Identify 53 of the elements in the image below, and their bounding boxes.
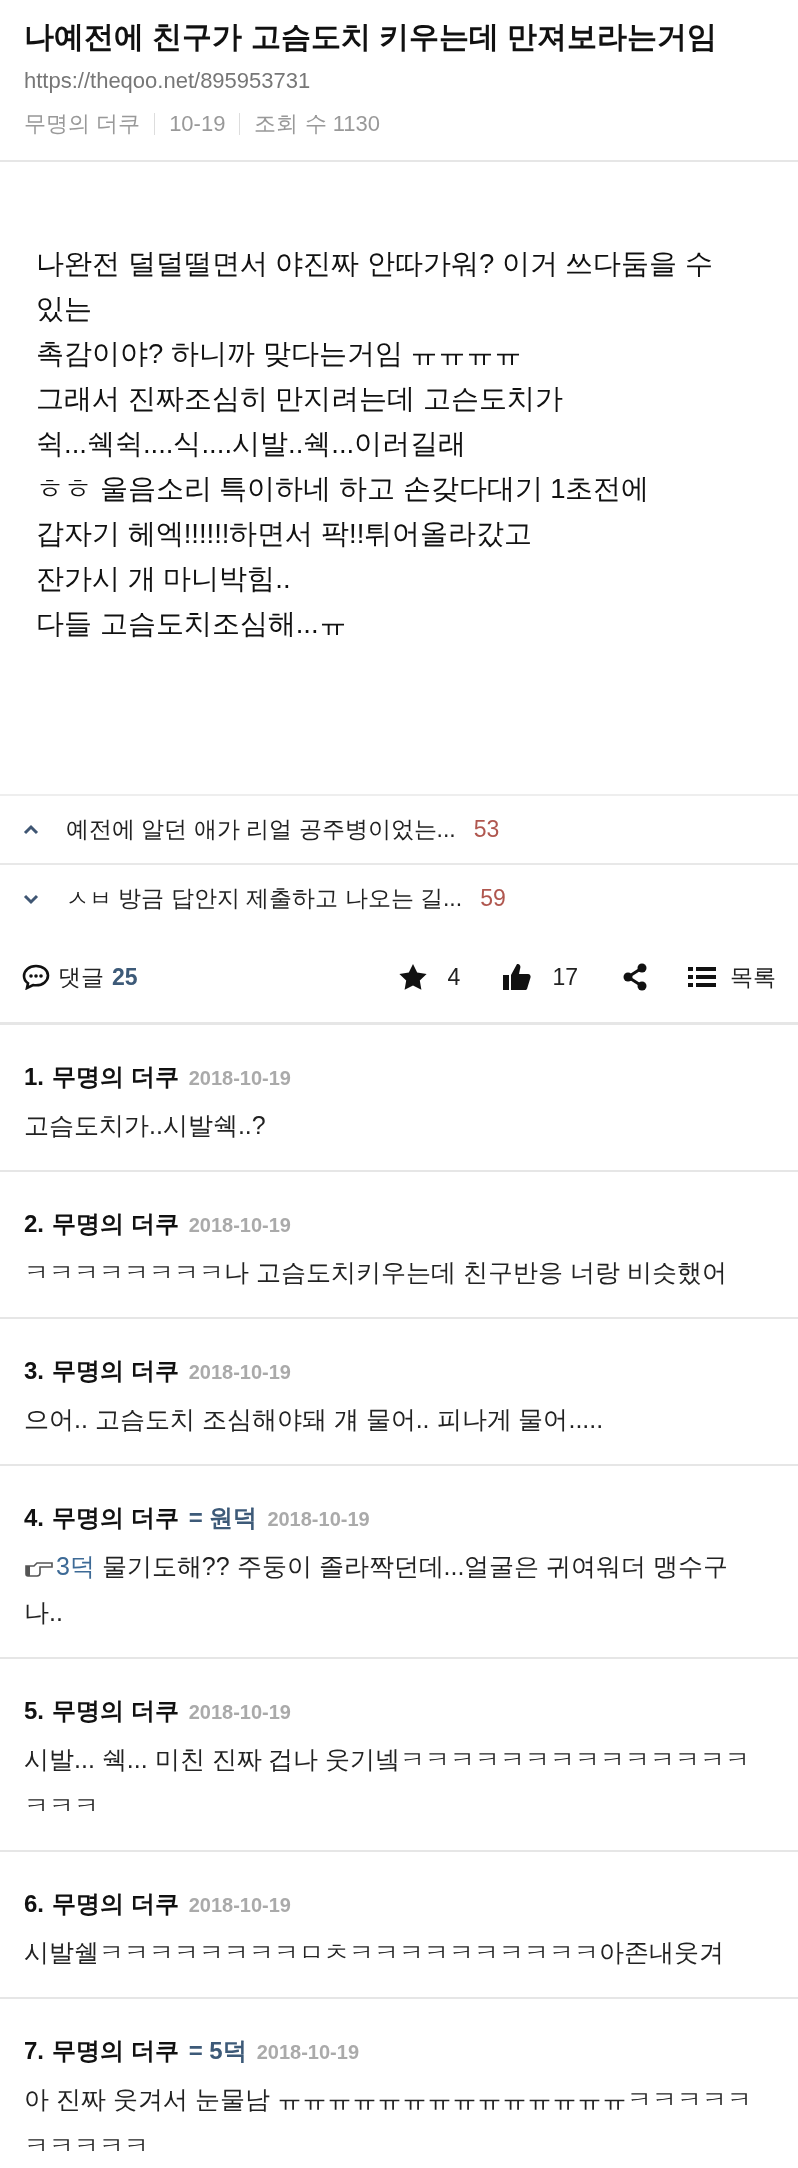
comment-author: 무명의 더쿠	[52, 1062, 179, 1092]
comment-text: 시발쉘ㅋㅋㅋㅋㅋㅋㅋㅋㅁㅊㅋㅋㅋㅋㅋㅋㅋㅋㅋㅋ아존내웃겨	[24, 1937, 725, 1968]
comment-number: 2.	[24, 1209, 44, 1239]
comment-author: 무명의 더쿠	[52, 2036, 179, 2066]
comment-date: 2018-10-19	[188, 1893, 291, 1918]
thumbs-up-icon[interactable]	[502, 962, 533, 992]
author-tag: = 원덕	[188, 1499, 258, 1537]
comment-number: 6.	[24, 1889, 44, 1919]
comment-date: 2018-10-19	[188, 1213, 291, 1238]
adjacent-post-link[interactable]: 예전에 알던 애가 리얼 공주병이었는...	[66, 814, 456, 845]
comment-date: 2018-10-19	[256, 2040, 360, 2065]
comment-number: 3.	[24, 1356, 44, 1386]
post-url[interactable]: https://theqoo.net/895953731	[24, 60, 774, 102]
like-count: 17	[552, 963, 578, 991]
comments-count: 25	[112, 963, 138, 991]
comment-author: 무명의 더쿠	[52, 1209, 179, 1239]
post-meta: 무명의 더쿠	[24, 110, 141, 138]
comment-author: 무명의 더쿠	[52, 1503, 179, 1533]
comment-number: 7.	[24, 2036, 44, 2066]
star-icon[interactable]	[397, 963, 428, 991]
comment-author: 무명의 더쿠	[52, 1356, 179, 1386]
comment-text: ㅋㅋㅋㅋㅋㅋㅋㅋ나 고슴도치키우는데 친구반응 너랑 비슷했어	[24, 1257, 728, 1288]
reply-link[interactable]: 3덕	[56, 1552, 95, 1580]
post-content: 나완전 덜덜떨면서 야진짜 안따가워? 이거 쓰다둠을 수 있는 촉감이야? 하니까 맞다는거임 ㅠㅠㅠㅠ 그래서 진짜조심히 만지려는데 고슨도치가 쉭...쉑쉭....식....시발..쉑...이러길래 ㅎㅎ 울음소리 특이하네 하고 손갖다대기 1초전에 갑자기 헤엑!!!!!!하면서 팍!!튀어올라갔고 잔가시 개 마니박힘.. 다들 고슴도치조심해...ㅠ	[36, 247, 715, 641]
comment-text: 아 진짜 웃겨서 눈물남 ㅠㅠㅠㅠㅠㅠㅠㅠㅠㅠㅠㅠㅠㅠㅋㅋㅋㅋㅋㅋㅋㅋㅋㅋ	[24, 2084, 753, 2161]
comment-number: 4.	[24, 1503, 44, 1533]
post-meta: 10-19	[154, 113, 226, 135]
comment-date: 2018-10-19	[188, 1360, 291, 1385]
author-tag: = 5덕	[188, 2032, 247, 2070]
comment-text: 고슴도치가..시발쉑..?	[24, 1110, 267, 1141]
comment-number: 1.	[24, 1062, 44, 1092]
share-icon[interactable]	[622, 963, 648, 991]
speech-bubble-icon[interactable]	[22, 964, 50, 990]
pointing-hand-icon	[24, 1561, 54, 1577]
list-link[interactable]: 목록	[730, 961, 776, 993]
comments-label: 댓글	[58, 962, 104, 992]
comment-author: 무명의 더쿠	[52, 1889, 179, 1919]
star-count: 4	[447, 963, 461, 991]
comment-text: 시발... 쉑... 미친 진짜 겁나 웃기넼ㅋㅋㅋㅋㅋㅋㅋㅋㅋㅋㅋㅋㅋㅋㅋㅋㅋ	[24, 1744, 752, 1821]
list-icon[interactable]	[688, 965, 716, 989]
comment-date: 2018-10-19	[188, 1066, 291, 1091]
post-meta: 조회 수 1130	[239, 113, 380, 135]
post-title: 나예전에 친구가 고슴도치 키우는데 만져보라는거임	[24, 19, 719, 55]
comment-author: 무명의 더쿠	[52, 1696, 179, 1726]
chevron-up-icon[interactable]	[22, 822, 40, 837]
comment-number: 5.	[24, 1696, 44, 1726]
comment-date: 2018-10-19	[267, 1507, 370, 1532]
adjacent-post-link[interactable]: ㅅㅂ 방금 답안지 제출하고 나오는 길...	[66, 883, 463, 914]
comment-count: 59	[480, 885, 506, 912]
comment-text: 으어.. 고슴도치 조심해야돼 걔 물어.. 피나게 물어.....	[24, 1404, 605, 1435]
comment-text: 3덕 물기도해?? 주둥이 졸라짝던데...얼굴은 귀여워더 맹수구나..	[24, 1551, 730, 1628]
comment-date: 2018-10-19	[188, 1700, 291, 1725]
comment-count: 53	[473, 816, 500, 843]
